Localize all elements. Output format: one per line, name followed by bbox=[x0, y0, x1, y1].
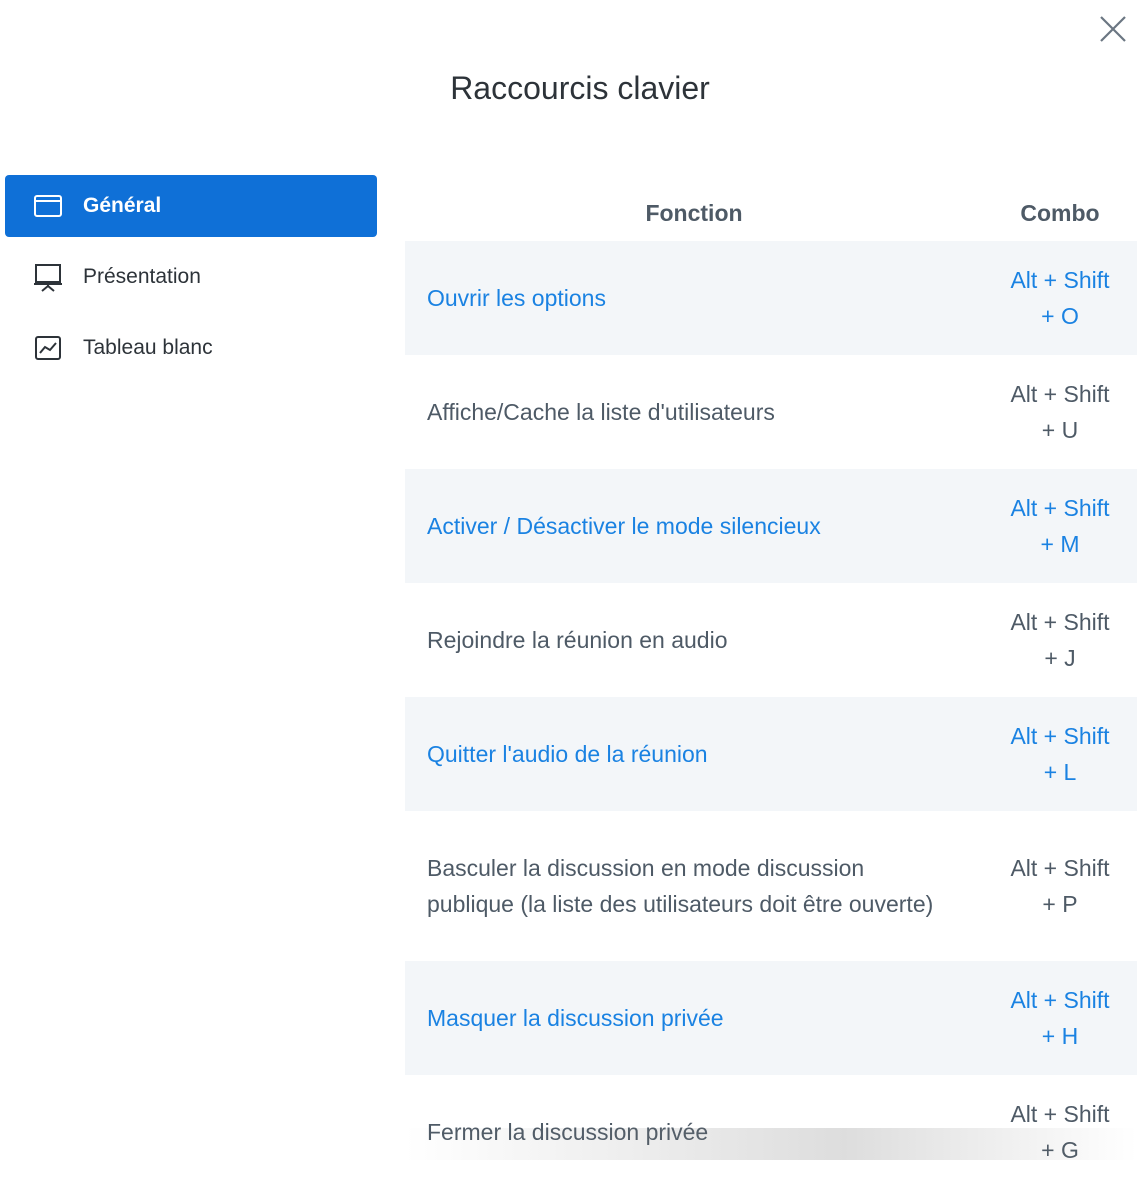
presentation-board-icon bbox=[33, 262, 63, 292]
combo-modifiers: Alt + Shift bbox=[1010, 609, 1110, 635]
nav-item-label: Général bbox=[83, 194, 162, 217]
combo-modifiers: Alt + Shift bbox=[1010, 987, 1110, 1013]
nav-item-general[interactable]: Général bbox=[5, 175, 377, 237]
shortcut-function: Ouvrir les options bbox=[427, 285, 606, 311]
shortcut-combo: Alt + Shift + P bbox=[983, 850, 1137, 922]
table-row: Quitter l'audio de la réunion Alt + Shif… bbox=[405, 697, 1137, 811]
nav-item-whiteboard[interactable]: Tableau blanc bbox=[5, 317, 377, 379]
combo-key: + U bbox=[1041, 417, 1079, 443]
combo-column-header: Combo bbox=[1020, 200, 1100, 226]
table-row: Activer / Désactiver le mode silencieux … bbox=[405, 469, 1137, 583]
whiteboard-chart-icon bbox=[33, 333, 63, 363]
shortcut-function: Rejoindre la réunion en audio bbox=[427, 627, 728, 653]
shortcut-combo: Alt + Shift + U bbox=[983, 376, 1137, 448]
nav-item-label: Présentation bbox=[83, 265, 201, 288]
combo-key: + H bbox=[1041, 1023, 1079, 1049]
table-row: Basculer la discussion en mode discussio… bbox=[405, 811, 1137, 961]
shortcut-function: Fermer la discussion privée bbox=[427, 1119, 709, 1145]
table-header: Fonction Combo bbox=[405, 186, 1137, 241]
combo-modifiers: Alt + Shift bbox=[1010, 495, 1110, 521]
shortcut-function: Basculer la discussion en mode discussio… bbox=[427, 855, 934, 917]
combo-modifiers: Alt + Shift bbox=[1010, 381, 1110, 407]
close-icon bbox=[1100, 16, 1126, 42]
shortcut-combo: Alt + Shift + H bbox=[983, 982, 1137, 1054]
shortcut-combo: Alt + Shift + O bbox=[983, 262, 1137, 334]
combo-key: + G bbox=[1041, 1137, 1079, 1163]
table-row: Masquer la discussion privée Alt + Shift… bbox=[405, 961, 1137, 1075]
shortcut-category-nav: Général Présentation Tableau blanc bbox=[5, 175, 377, 388]
shortcut-combo: Alt + Shift + L bbox=[983, 718, 1137, 790]
shortcut-function: Quitter l'audio de la réunion bbox=[427, 741, 708, 767]
combo-key: + L bbox=[1043, 759, 1077, 785]
modal-title: Raccourcis clavier bbox=[450, 70, 710, 106]
table-row: Affiche/Cache la liste d'utilisateurs Al… bbox=[405, 355, 1137, 469]
shortcut-function: Masquer la discussion privée bbox=[427, 1005, 724, 1031]
table-row: Fermer la discussion privée Alt + Shift … bbox=[405, 1075, 1137, 1189]
shortcut-combo: Alt + Shift + J bbox=[983, 604, 1137, 676]
close-button[interactable] bbox=[1096, 12, 1130, 46]
shortcut-function: Activer / Désactiver le mode silencieux bbox=[427, 513, 821, 539]
shortcut-function: Affiche/Cache la liste d'utilisateurs bbox=[427, 399, 775, 425]
shortcut-combo: Alt + Shift + M bbox=[983, 490, 1137, 562]
combo-key: + M bbox=[1040, 531, 1080, 557]
combo-modifiers: Alt + Shift bbox=[1010, 723, 1110, 749]
nav-item-label: Tableau blanc bbox=[83, 336, 213, 359]
nav-item-presentation[interactable]: Présentation bbox=[5, 246, 377, 308]
combo-key: + O bbox=[1041, 303, 1079, 329]
combo-key: + J bbox=[1044, 645, 1076, 671]
shortcut-combo: Alt + Shift + G bbox=[983, 1096, 1137, 1168]
combo-key: + P bbox=[1042, 891, 1078, 917]
table-row: Rejoindre la réunion en audio Alt + Shif… bbox=[405, 583, 1137, 697]
shortcuts-table: Fonction Combo Ouvrir les options Alt + … bbox=[405, 186, 1137, 1189]
browser-window-icon bbox=[33, 191, 63, 221]
function-column-header: Fonction bbox=[645, 200, 743, 226]
combo-modifiers: Alt + Shift bbox=[1010, 267, 1110, 293]
combo-modifiers: Alt + Shift bbox=[1010, 855, 1110, 881]
table-row: Ouvrir les options Alt + Shift + O bbox=[405, 241, 1137, 355]
combo-modifiers: Alt + Shift bbox=[1010, 1101, 1110, 1127]
